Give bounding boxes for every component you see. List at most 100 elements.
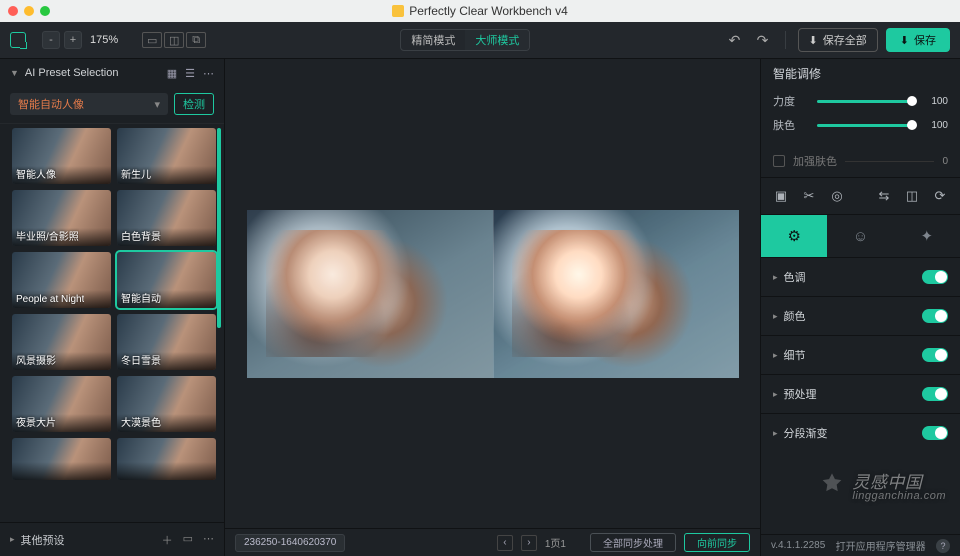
checkbox-icon[interactable] bbox=[773, 155, 785, 167]
detect-label: 检测 bbox=[183, 96, 205, 112]
chevron-right-icon: ▸ bbox=[773, 428, 778, 439]
preset-tile[interactable]: 冬日雪景 bbox=[117, 314, 216, 370]
preset-tile[interactable]: People at Night bbox=[12, 252, 111, 308]
toggle-switch[interactable] bbox=[922, 426, 948, 440]
preset-tile[interactable]: 大漠景色 bbox=[117, 376, 216, 432]
collapse-icon[interactable]: ▼ bbox=[10, 68, 19, 78]
compare-view[interactable] bbox=[247, 210, 739, 378]
histogram-icon[interactable]: ▣ bbox=[773, 188, 789, 204]
tool-icons-row: ▣ ✂ ◎ ⇆ ◫ ⟳ bbox=[761, 177, 960, 215]
grid-view-icon[interactable]: ▦ bbox=[167, 67, 177, 80]
redo-icon[interactable]: ↷ bbox=[753, 30, 773, 50]
window-title-wrap: Perfectly Clear Workbench v4 bbox=[0, 4, 960, 18]
save-all-button[interactable]: ⬇ 保存全部 bbox=[798, 28, 878, 52]
app-icon bbox=[392, 5, 404, 17]
slider-thumb[interactable] bbox=[907, 96, 917, 106]
mirror-icon[interactable]: ◫ bbox=[904, 188, 920, 204]
chevron-down-icon: ▾ bbox=[154, 98, 160, 111]
preset-scrollbar-track bbox=[217, 128, 221, 518]
toggle-switch[interactable] bbox=[922, 309, 948, 323]
process-all-button[interactable]: 全部同步处理 bbox=[590, 533, 676, 552]
mode-segment: 精简模式 大师模式 bbox=[400, 29, 530, 51]
more-icon[interactable]: ⋯ bbox=[203, 532, 214, 548]
rotate-icon[interactable]: ⟳ bbox=[932, 188, 948, 204]
export-icon[interactable]: ▭ bbox=[183, 532, 193, 548]
zoom-out-button[interactable]: - bbox=[42, 31, 60, 49]
prev-button[interactable]: ‹ bbox=[497, 535, 513, 551]
toggle-switch[interactable] bbox=[922, 387, 948, 401]
eye-icon[interactable]: ◎ bbox=[829, 188, 845, 204]
mode-master[interactable]: 大师模式 bbox=[465, 30, 529, 50]
preset-tile[interactable]: 毕业照/合影照 bbox=[12, 190, 111, 246]
accordion-label: 色调 bbox=[784, 269, 806, 285]
detect-button[interactable]: 检测 bbox=[174, 93, 214, 115]
view-split-icon[interactable]: ◫ bbox=[164, 32, 184, 48]
preset-header-label: AI Preset Selection bbox=[25, 67, 119, 79]
preset-tile-label: 白色背景 bbox=[121, 228, 161, 243]
slider-track[interactable] bbox=[817, 124, 916, 127]
accordion-row[interactable]: ▸色调 bbox=[761, 258, 960, 296]
list-view-icon[interactable]: ☰ bbox=[185, 67, 195, 80]
chevron-right-icon: ▸ bbox=[773, 389, 778, 400]
more-icon[interactable]: ⋯ bbox=[203, 67, 214, 80]
slider-track[interactable] bbox=[817, 100, 916, 103]
preset-scrollbar-thumb[interactable] bbox=[217, 128, 221, 328]
save-all-label: 保存全部 bbox=[823, 32, 867, 48]
preset-panel: ▼ AI Preset Selection ▦ ☰ ⋯ 智能自动人像 ▾ 检测 bbox=[0, 59, 225, 556]
preset-tile[interactable] bbox=[12, 438, 111, 480]
main-toolbar: - + 175% ▭ ◫ ⧉ 精简模式 大师模式 ↶ ↷ ⬇ 保存全部 ⬇ 保存 bbox=[0, 22, 960, 59]
slider-label: 力度 bbox=[773, 93, 807, 109]
accordion-row[interactable]: ▸分段渐变 bbox=[761, 414, 960, 452]
accordion-row[interactable]: ▸预处理 bbox=[761, 375, 960, 413]
help-icon[interactable]: ? bbox=[936, 539, 950, 553]
preset-footer[interactable]: ▸ 其他预设 ＋ ▭ ⋯ bbox=[0, 522, 224, 556]
view-single-icon[interactable]: ▭ bbox=[142, 32, 162, 48]
enhance-skin-label: 加强肤色 bbox=[793, 153, 837, 169]
preset-tile[interactable]: 智能自动 bbox=[117, 252, 216, 308]
view-crop-icon[interactable]: ⧉ bbox=[186, 32, 206, 48]
sync-forward-button[interactable]: 向前同步 bbox=[684, 533, 750, 552]
toggle-switch[interactable] bbox=[922, 270, 948, 284]
tab-finish-icon[interactable]: ✦ bbox=[894, 215, 960, 257]
preset-tile[interactable]: 夜景大片 bbox=[12, 376, 111, 432]
save-button[interactable]: ⬇ 保存 bbox=[886, 28, 950, 52]
preset-tile-label: 风景摄影 bbox=[16, 352, 56, 367]
slider-thumb[interactable] bbox=[907, 120, 917, 130]
undo-icon[interactable]: ↶ bbox=[725, 30, 745, 50]
slider-label: 肤色 bbox=[773, 117, 807, 133]
preset-tile[interactable]: 白色背景 bbox=[117, 190, 216, 246]
file-name-label[interactable]: 236250-1640620370 bbox=[235, 534, 345, 552]
zoom-controls: - + 175% bbox=[42, 31, 118, 49]
mode-simple[interactable]: 精简模式 bbox=[401, 30, 465, 50]
enhance-skin-value: 0 bbox=[942, 156, 948, 167]
enhance-skin-row[interactable]: 加强肤色 0 bbox=[773, 153, 948, 169]
crop-tool-icon[interactable]: ✂ bbox=[801, 188, 817, 204]
preset-dropdown[interactable]: 智能自动人像 ▾ bbox=[10, 93, 168, 115]
chevron-right-icon: ▸ bbox=[773, 311, 778, 322]
next-button[interactable]: › bbox=[521, 535, 537, 551]
window-title: Perfectly Clear Workbench v4 bbox=[409, 4, 568, 18]
preset-tile[interactable]: 风景摄影 bbox=[12, 314, 111, 370]
preset-tile[interactable]: 智能人像 bbox=[12, 128, 111, 184]
after-image bbox=[493, 210, 739, 378]
tab-face-icon[interactable]: ☺ bbox=[827, 215, 893, 257]
preset-tile[interactable] bbox=[117, 438, 216, 480]
other-presets-label: 其他预设 bbox=[21, 532, 65, 548]
add-icon[interactable]: ＋ bbox=[162, 532, 173, 548]
preset-tile-label: 毕业照/合影照 bbox=[16, 228, 79, 243]
tab-adjust-icon[interactable]: ⚙ bbox=[761, 215, 827, 257]
accordion-row[interactable]: ▸颜色 bbox=[761, 297, 960, 335]
toggle-switch[interactable] bbox=[922, 348, 948, 362]
accordion-row[interactable]: ▸细节 bbox=[761, 336, 960, 374]
zoom-in-button[interactable]: + bbox=[64, 31, 82, 49]
view-mode-group: ▭ ◫ ⧉ bbox=[142, 32, 206, 48]
zoom-value: 175% bbox=[90, 34, 118, 46]
preset-tile[interactable]: 新生儿 bbox=[117, 128, 216, 184]
page-indicator: 1页1 bbox=[545, 535, 566, 550]
chevron-right-icon: ▸ bbox=[773, 350, 778, 361]
flip-h-icon[interactable]: ⇆ bbox=[876, 188, 892, 204]
window-titlebar: Perfectly Clear Workbench v4 bbox=[0, 0, 960, 22]
before-image bbox=[247, 210, 493, 378]
open-manager-link[interactable]: 打开应用程序管理器 bbox=[836, 538, 926, 553]
download-icon: ⬇ bbox=[900, 34, 909, 47]
